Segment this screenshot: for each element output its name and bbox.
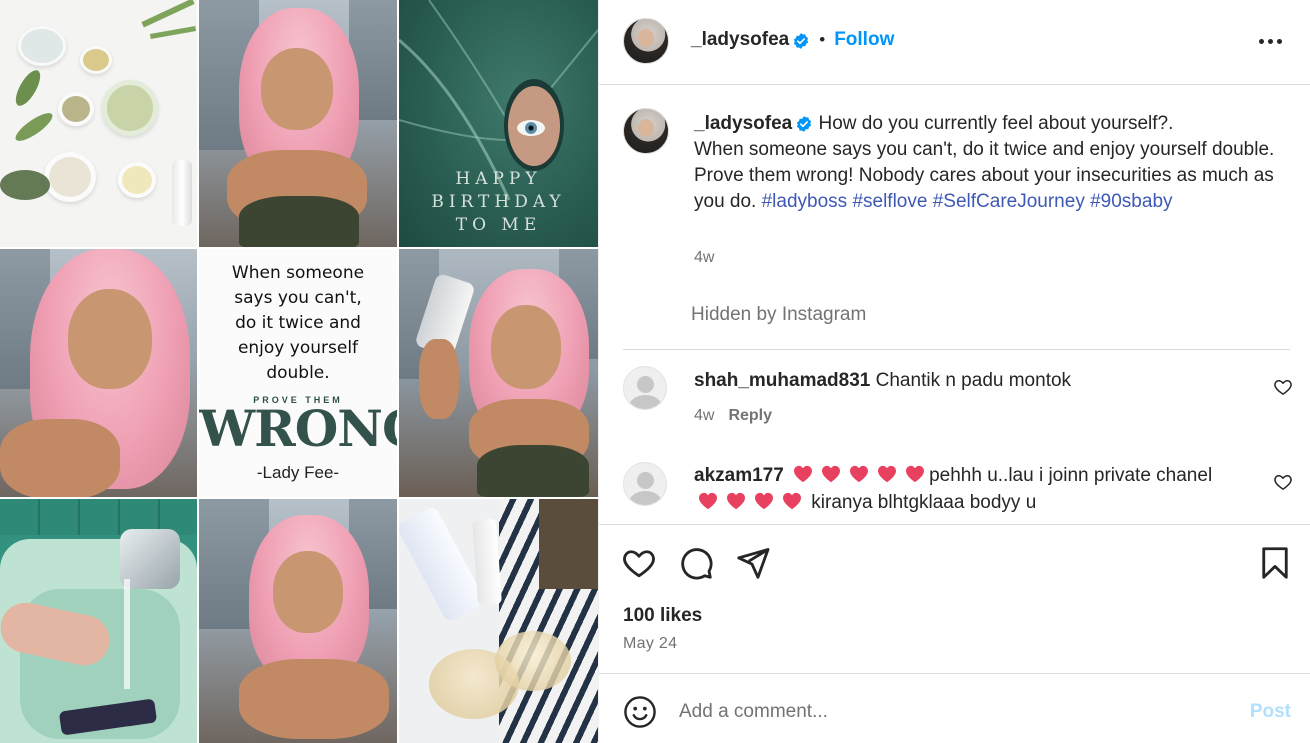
default-avatar-icon[interactable] (623, 366, 667, 410)
hashtag-link[interactable]: #selflove (852, 191, 927, 212)
comments-section[interactable]: _ladysofea How do you currently feel abo… (599, 85, 1310, 525)
heart-icon[interactable] (621, 545, 657, 581)
comment-item: shah_muhamad831 Chantik n padu montok (694, 367, 1254, 394)
collage-tile-herbs (0, 0, 197, 247)
collage-tile-quote: When someone says you can't, do it twice… (199, 249, 397, 497)
comment-item: akzam177 pehhh u..lau i joinn private ch… (694, 462, 1254, 516)
comment-like-heart-icon[interactable] (1273, 377, 1293, 397)
caption-age[interactable]: 4w (694, 249, 714, 267)
quote-line-4: enjoy yourself (237, 338, 359, 358)
post-date[interactable]: May 24 (623, 635, 677, 653)
hidden-comments-notice[interactable]: Hidden by Instagram (691, 304, 866, 326)
comment-age[interactable]: 4w (694, 407, 714, 424)
verified-badge-icon (794, 32, 809, 49)
hashtag-link[interactable]: #SelfCareJourney (933, 191, 1085, 212)
emoji-icon[interactable] (623, 695, 657, 729)
birthday-line-3: TO ME (455, 215, 542, 235)
caption-username[interactable]: _ladysofea (694, 113, 792, 134)
collage-tile-portrait-1 (199, 0, 397, 247)
birthday-line-2: BIRTHDAY (431, 192, 566, 212)
add-comment-bar: Post (599, 673, 1310, 743)
reply-button[interactable]: Reply (728, 407, 772, 424)
collage-tile-birthday: HAPPY BIRTHDAY TO ME (399, 0, 598, 247)
divider (623, 349, 1290, 350)
header-separator: • (819, 30, 826, 49)
red-heart-emoji-icon (727, 492, 745, 510)
comment-text: Chantik n padu montok (875, 370, 1072, 391)
comment-like-heart-icon[interactable] (1273, 472, 1293, 492)
red-heart-emoji-icon (850, 465, 869, 483)
collage-tile-products (399, 499, 598, 743)
follow-button[interactable]: Follow (834, 29, 894, 50)
post-media-collage[interactable]: HAPPY BIRTHDAY TO ME When someone says y… (0, 0, 598, 743)
comment-icon[interactable] (678, 545, 714, 581)
author-info: _ladysofea • Follow (691, 29, 894, 51)
action-bar (599, 525, 1310, 603)
red-heart-emoji-icon (699, 492, 717, 510)
hashtag-link[interactable]: #90sbaby (1090, 191, 1172, 212)
red-heart-emoji-icon (878, 465, 897, 483)
quote-line-3: do it twice and (235, 313, 361, 333)
red-heart-emoji-icon (783, 492, 801, 510)
quote-line-2: says you can't, (234, 288, 362, 308)
post-header: _ladysofea • Follow (599, 0, 1310, 85)
bookmark-icon[interactable] (1257, 545, 1293, 581)
comment-input[interactable] (679, 694, 1219, 730)
comment-meta: 4w Reply (694, 407, 772, 425)
comment-text: pehhh u..lau i joinn private chanel (929, 465, 1213, 486)
author-username[interactable]: _ladysofea (691, 29, 789, 50)
post-comment-button[interactable]: Post (1250, 701, 1291, 723)
quote-wrong: WRONG (199, 399, 397, 458)
author-avatar[interactable] (623, 18, 669, 64)
share-icon[interactable] (735, 545, 771, 581)
default-avatar-icon[interactable] (623, 462, 667, 506)
post-details-panel: _ladysofea • Follow _ladysofea How do you … (598, 0, 1310, 743)
quote-line-5: double. (266, 363, 330, 383)
comment-username[interactable]: shah_muhamad831 (694, 370, 870, 391)
caption-text-line1: How do you currently feel about yourself… (818, 113, 1174, 134)
quote-line-1: When someone (231, 263, 365, 283)
more-options-icon[interactable] (1259, 30, 1285, 54)
red-heart-emoji-icon (794, 465, 813, 483)
red-heart-emoji-icon (906, 465, 925, 483)
collage-tile-sink (0, 499, 197, 743)
red-heart-emoji-icon (822, 465, 841, 483)
likes-count[interactable]: 100 likes (623, 605, 702, 627)
comment-text-continued: kiranya blhtgklaaa bodyy u (811, 492, 1037, 513)
red-heart-emoji-icon (755, 492, 773, 510)
verified-badge-icon (797, 116, 812, 132)
caption-author-avatar[interactable] (623, 108, 669, 154)
quote-signature: -Lady Fee- (256, 463, 340, 482)
collage-tile-portrait-3 (199, 499, 397, 743)
hashtag-link[interactable]: #ladyboss (762, 191, 848, 212)
birthday-line-1: HAPPY (455, 169, 542, 189)
collage-tile-portrait-2 (0, 249, 197, 497)
caption: _ladysofea How do you currently feel abo… (694, 111, 1294, 215)
collage-tile-selfie (399, 249, 598, 497)
comment-username[interactable]: akzam177 (694, 465, 784, 486)
